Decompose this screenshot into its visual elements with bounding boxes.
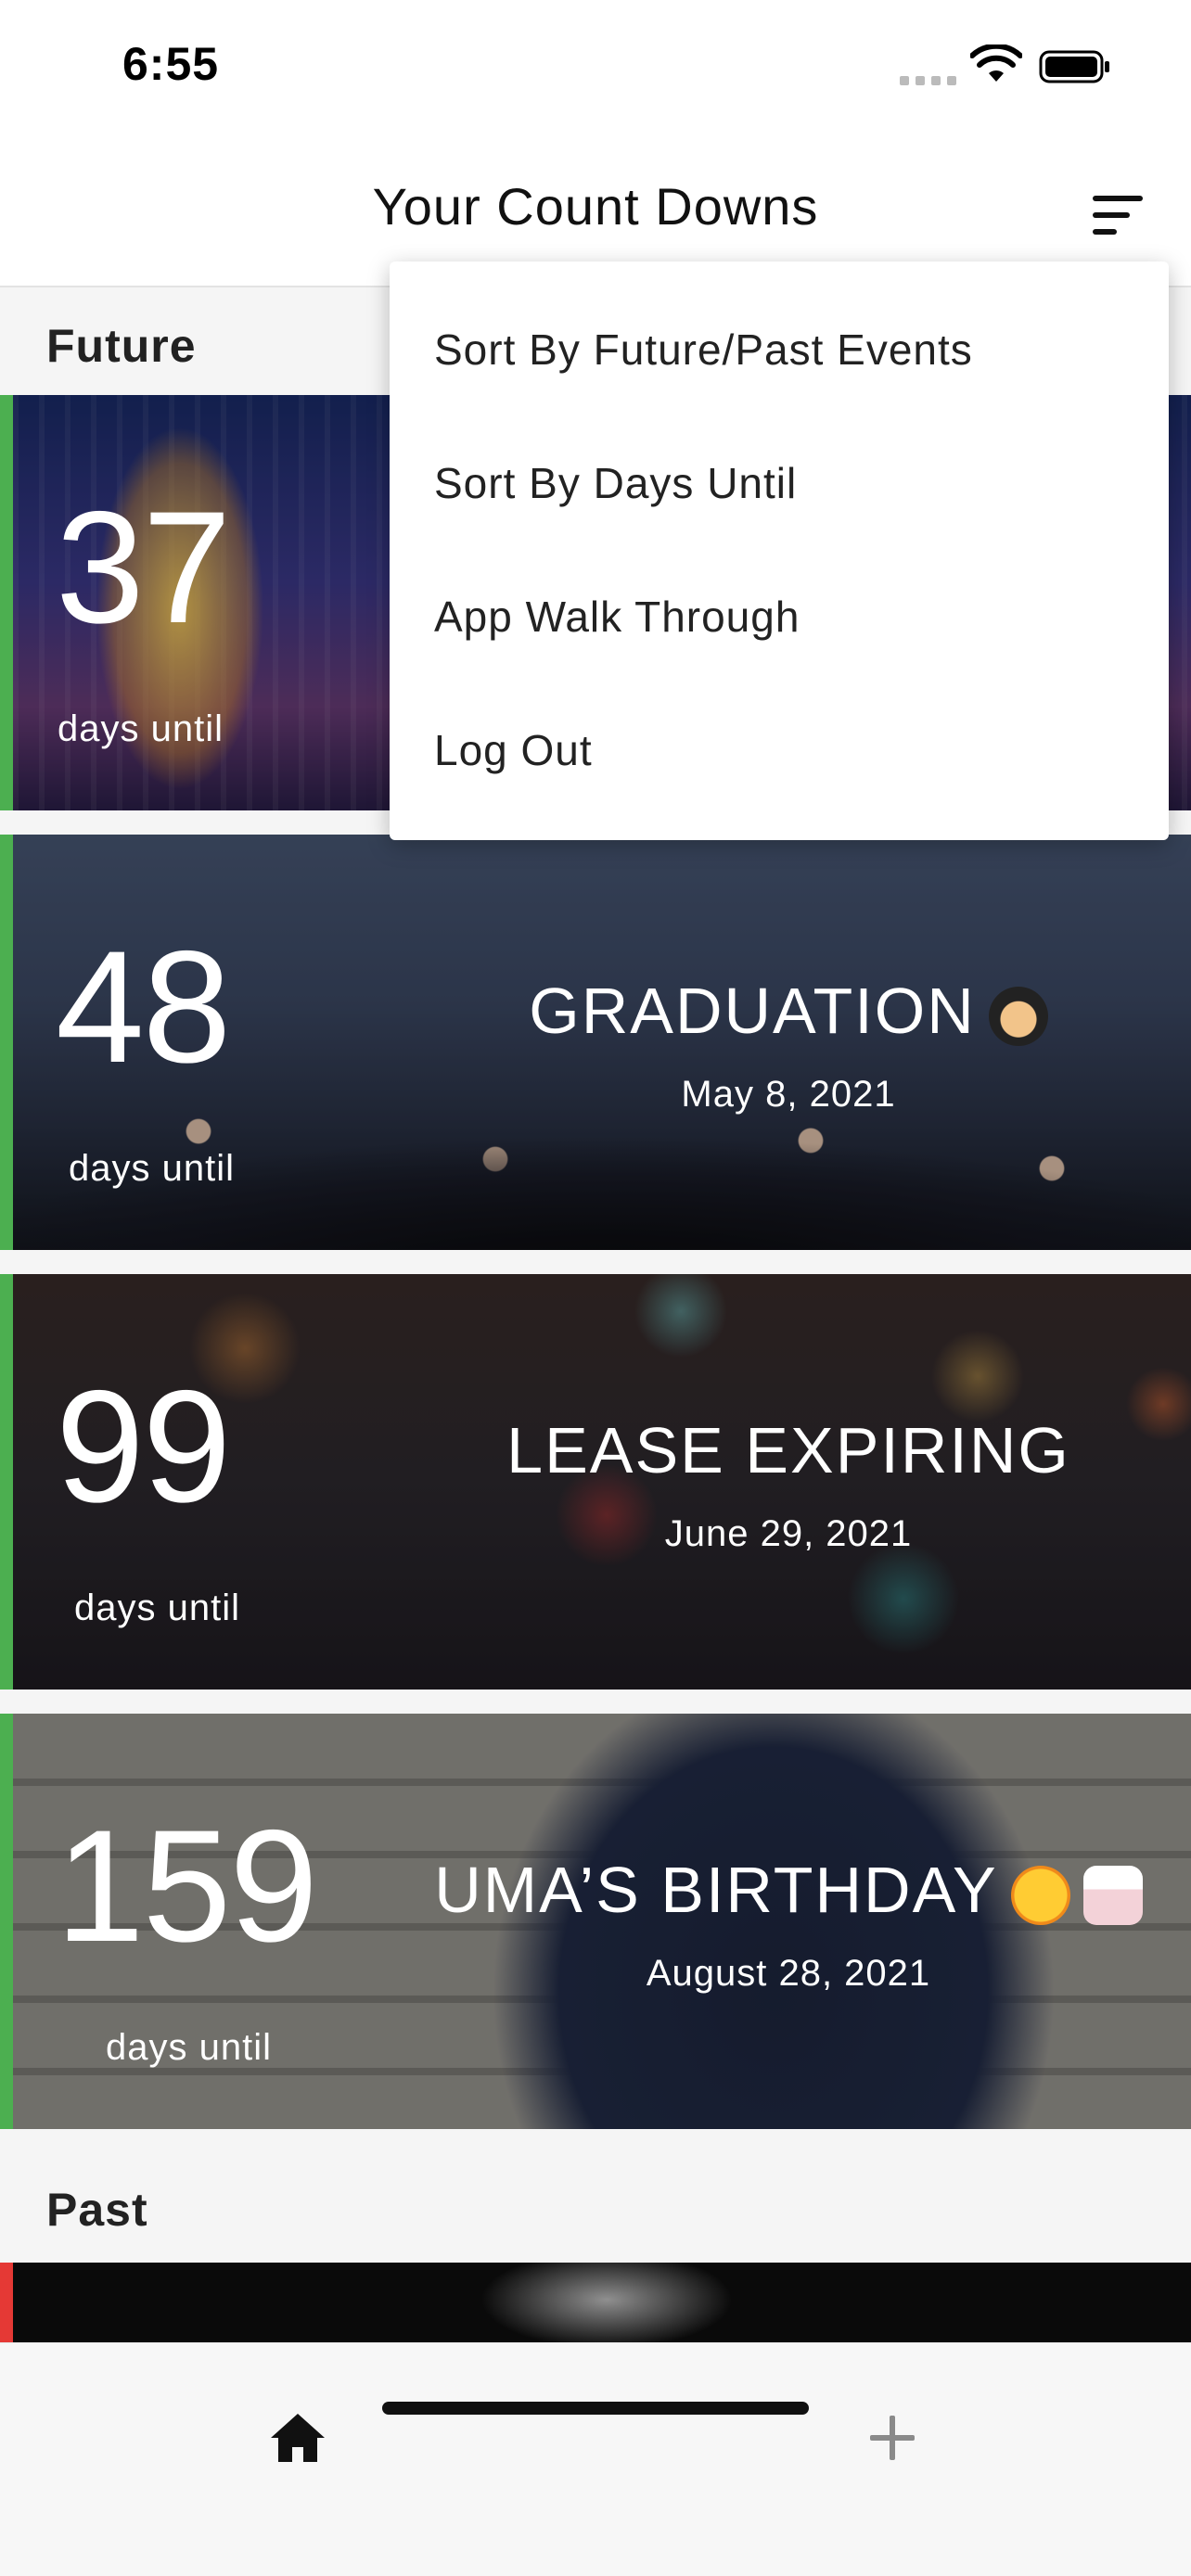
menu-item-app-walk-through[interactable]: App Walk Through xyxy=(434,592,800,642)
plus-icon[interactable] xyxy=(870,2416,915,2460)
countdown-card[interactable] xyxy=(0,2263,1191,2346)
menu-item-log-out[interactable]: Log Out xyxy=(434,725,593,775)
days-label: days until xyxy=(106,2027,272,2068)
status-time: 6:55 xyxy=(122,38,220,90)
event-title: LEASE EXPIRING xyxy=(506,1414,1070,1486)
days-count: 48 xyxy=(56,918,231,1096)
countdown-card[interactable]: 48 days until GRADUATION May 8, 2021 xyxy=(0,835,1191,1250)
days-count: 99 xyxy=(56,1358,231,1536)
card-background-image xyxy=(13,2263,1191,2346)
future-stripe xyxy=(0,835,13,1250)
event-title: UMA’S BIRTHDAY xyxy=(390,1853,1187,1927)
past-section-header: Past xyxy=(0,2129,1191,2263)
sort-menu-icon[interactable] xyxy=(1093,190,1152,238)
page-title: Your Count Downs xyxy=(372,177,819,236)
event-date: May 8, 2021 xyxy=(681,1074,896,1115)
cellular-signal-icon xyxy=(900,76,956,85)
home-indicator xyxy=(382,2402,809,2415)
days-label: days until xyxy=(74,1588,240,1628)
countdown-card[interactable]: 99 days until LEASE EXPIRING June 29, 20… xyxy=(0,1274,1191,1690)
graduate-emoji-icon xyxy=(988,986,1048,1046)
event-date: August 28, 2021 xyxy=(646,1953,931,1994)
birthday-cake-emoji-icon xyxy=(1082,1865,1143,1925)
wifi-icon xyxy=(970,45,1022,82)
future-section-title: Future xyxy=(46,320,197,372)
status-bar: 6:55 xyxy=(0,0,1191,139)
future-stripe xyxy=(0,1274,13,1690)
past-stripe xyxy=(0,2263,13,2346)
event-date: June 29, 2021 xyxy=(664,1513,913,1554)
future-stripe xyxy=(0,1714,13,2129)
days-label: days until xyxy=(69,1148,235,1189)
home-icon[interactable] xyxy=(269,2412,327,2464)
battery-icon xyxy=(1039,50,1109,83)
days-count: 159 xyxy=(56,1797,318,1975)
tab-bar xyxy=(0,2342,1191,2576)
party-face-emoji-icon xyxy=(1010,1865,1070,1925)
countdown-card[interactable]: 159 days until UMA’S BIRTHDAY August 28,… xyxy=(0,1714,1191,2129)
event-title: GRADUATION xyxy=(390,974,1187,1048)
sort-dropdown-menu: Sort By Future/Past Events Sort By Days … xyxy=(390,261,1169,840)
future-stripe xyxy=(0,395,13,810)
days-label: days until xyxy=(58,708,224,749)
past-section-title: Past xyxy=(46,2184,148,2236)
menu-item-sort-days-until[interactable]: Sort By Days Until xyxy=(434,458,797,508)
menu-item-sort-future-past[interactable]: Sort By Future/Past Events xyxy=(434,325,973,375)
days-count: 37 xyxy=(56,478,231,657)
